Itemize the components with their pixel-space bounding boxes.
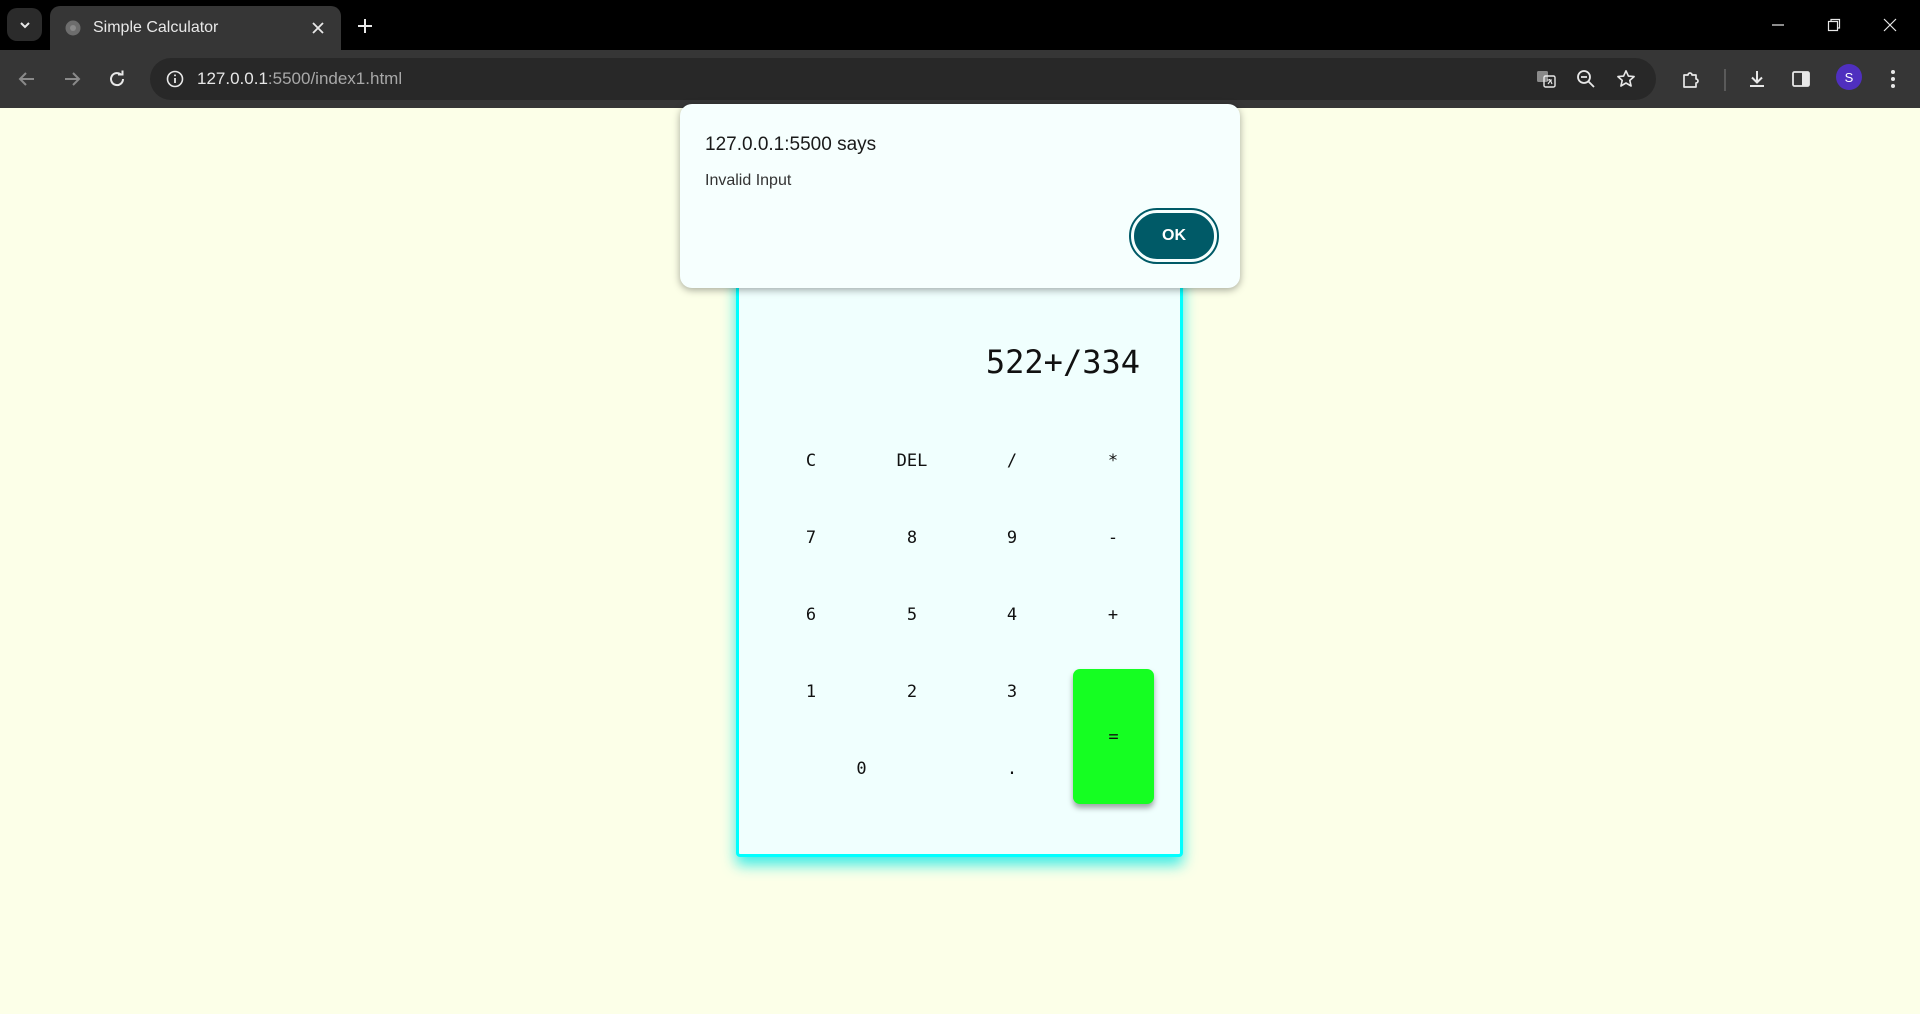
reload-button[interactable] bbox=[100, 62, 134, 96]
tab-title: Simple Calculator bbox=[93, 19, 219, 36]
calculator-display: 522+/334 bbox=[985, 343, 1140, 381]
key-equals[interactable]: = bbox=[1073, 669, 1154, 804]
reload-icon bbox=[110, 70, 125, 87]
browser-menu-button[interactable] bbox=[1876, 62, 1910, 96]
alert-dialog: 127.0.0.1:5500 says Invalid Input OK bbox=[680, 104, 1240, 288]
key-4[interactable]: 4 bbox=[972, 585, 1052, 645]
tab-close-button[interactable] bbox=[303, 13, 333, 43]
toolbar-divider bbox=[1724, 69, 1726, 91]
close-icon bbox=[1883, 18, 1897, 32]
close-icon bbox=[312, 22, 324, 34]
dialog-title: 127.0.0.1:5500 says bbox=[705, 134, 877, 155]
translate-icon[interactable] bbox=[1531, 64, 1561, 94]
url-host: 127.0.0.1 bbox=[197, 69, 268, 88]
tab-strip: Simple Calculator bbox=[0, 0, 1920, 50]
key-8[interactable]: 8 bbox=[872, 508, 952, 568]
puzzle-icon bbox=[1683, 72, 1699, 88]
key-delete[interactable]: DEL bbox=[872, 431, 952, 491]
key-9[interactable]: 9 bbox=[972, 508, 1052, 568]
key-1[interactable]: 1 bbox=[771, 662, 851, 722]
profile-avatar[interactable]: S bbox=[1836, 64, 1862, 90]
extensions-button[interactable] bbox=[1674, 62, 1708, 96]
key-6[interactable]: 6 bbox=[771, 585, 851, 645]
key-decimal[interactable]: . bbox=[972, 739, 1052, 799]
globe-icon bbox=[64, 19, 82, 37]
calculator-panel: 522+/334 C DEL / * 7 8 9 - 6 5 4 + 1 2 3… bbox=[736, 268, 1183, 857]
address-bar[interactable]: 127.0.0.1:5500/index1.html bbox=[150, 58, 1656, 100]
key-2[interactable]: 2 bbox=[872, 662, 952, 722]
minimize-icon bbox=[1772, 24, 1784, 26]
restore-icon bbox=[1827, 18, 1841, 32]
tab-search-button[interactable] bbox=[7, 8, 42, 41]
forward-button[interactable] bbox=[55, 62, 89, 96]
key-0[interactable]: 0 bbox=[771, 739, 952, 799]
download-icon bbox=[1750, 71, 1764, 87]
restore-button[interactable] bbox=[1806, 0, 1862, 50]
browser-toolbar: 127.0.0.1:5500/index1.html S bbox=[0, 50, 1920, 108]
new-tab-button[interactable] bbox=[349, 10, 381, 42]
key-plus[interactable]: + bbox=[1073, 585, 1153, 645]
dialog-ok-button[interactable]: OK bbox=[1129, 208, 1219, 264]
key-7[interactable]: 7 bbox=[771, 508, 851, 568]
downloads-button[interactable] bbox=[1740, 62, 1774, 96]
kebab-menu-icon bbox=[1891, 70, 1895, 88]
url-text[interactable]: 127.0.0.1:5500/index1.html bbox=[197, 58, 402, 100]
bookmark-star-icon[interactable] bbox=[1611, 64, 1641, 94]
chevron-down-icon bbox=[19, 21, 30, 28]
side-panel-button[interactable] bbox=[1784, 62, 1818, 96]
key-divide[interactable]: / bbox=[972, 431, 1052, 491]
back-button[interactable] bbox=[10, 62, 44, 96]
url-path: :5500/index1.html bbox=[267, 69, 403, 88]
window-close-button[interactable] bbox=[1862, 0, 1918, 50]
minimize-button[interactable] bbox=[1750, 0, 1806, 50]
key-clear[interactable]: C bbox=[771, 431, 851, 491]
key-minus[interactable]: - bbox=[1073, 508, 1153, 568]
side-panel-icon bbox=[1792, 71, 1810, 87]
site-info-icon[interactable] bbox=[160, 64, 190, 94]
zoom-out-icon[interactable] bbox=[1571, 64, 1601, 94]
key-5[interactable]: 5 bbox=[872, 585, 952, 645]
key-3[interactable]: 3 bbox=[972, 662, 1052, 722]
key-multiply[interactable]: * bbox=[1073, 431, 1153, 491]
arrow-left-icon bbox=[18, 72, 34, 86]
arrow-right-icon bbox=[65, 72, 81, 86]
dialog-message: Invalid Input bbox=[705, 172, 792, 189]
plus-icon bbox=[358, 19, 372, 33]
tab-active[interactable]: Simple Calculator bbox=[50, 6, 341, 50]
